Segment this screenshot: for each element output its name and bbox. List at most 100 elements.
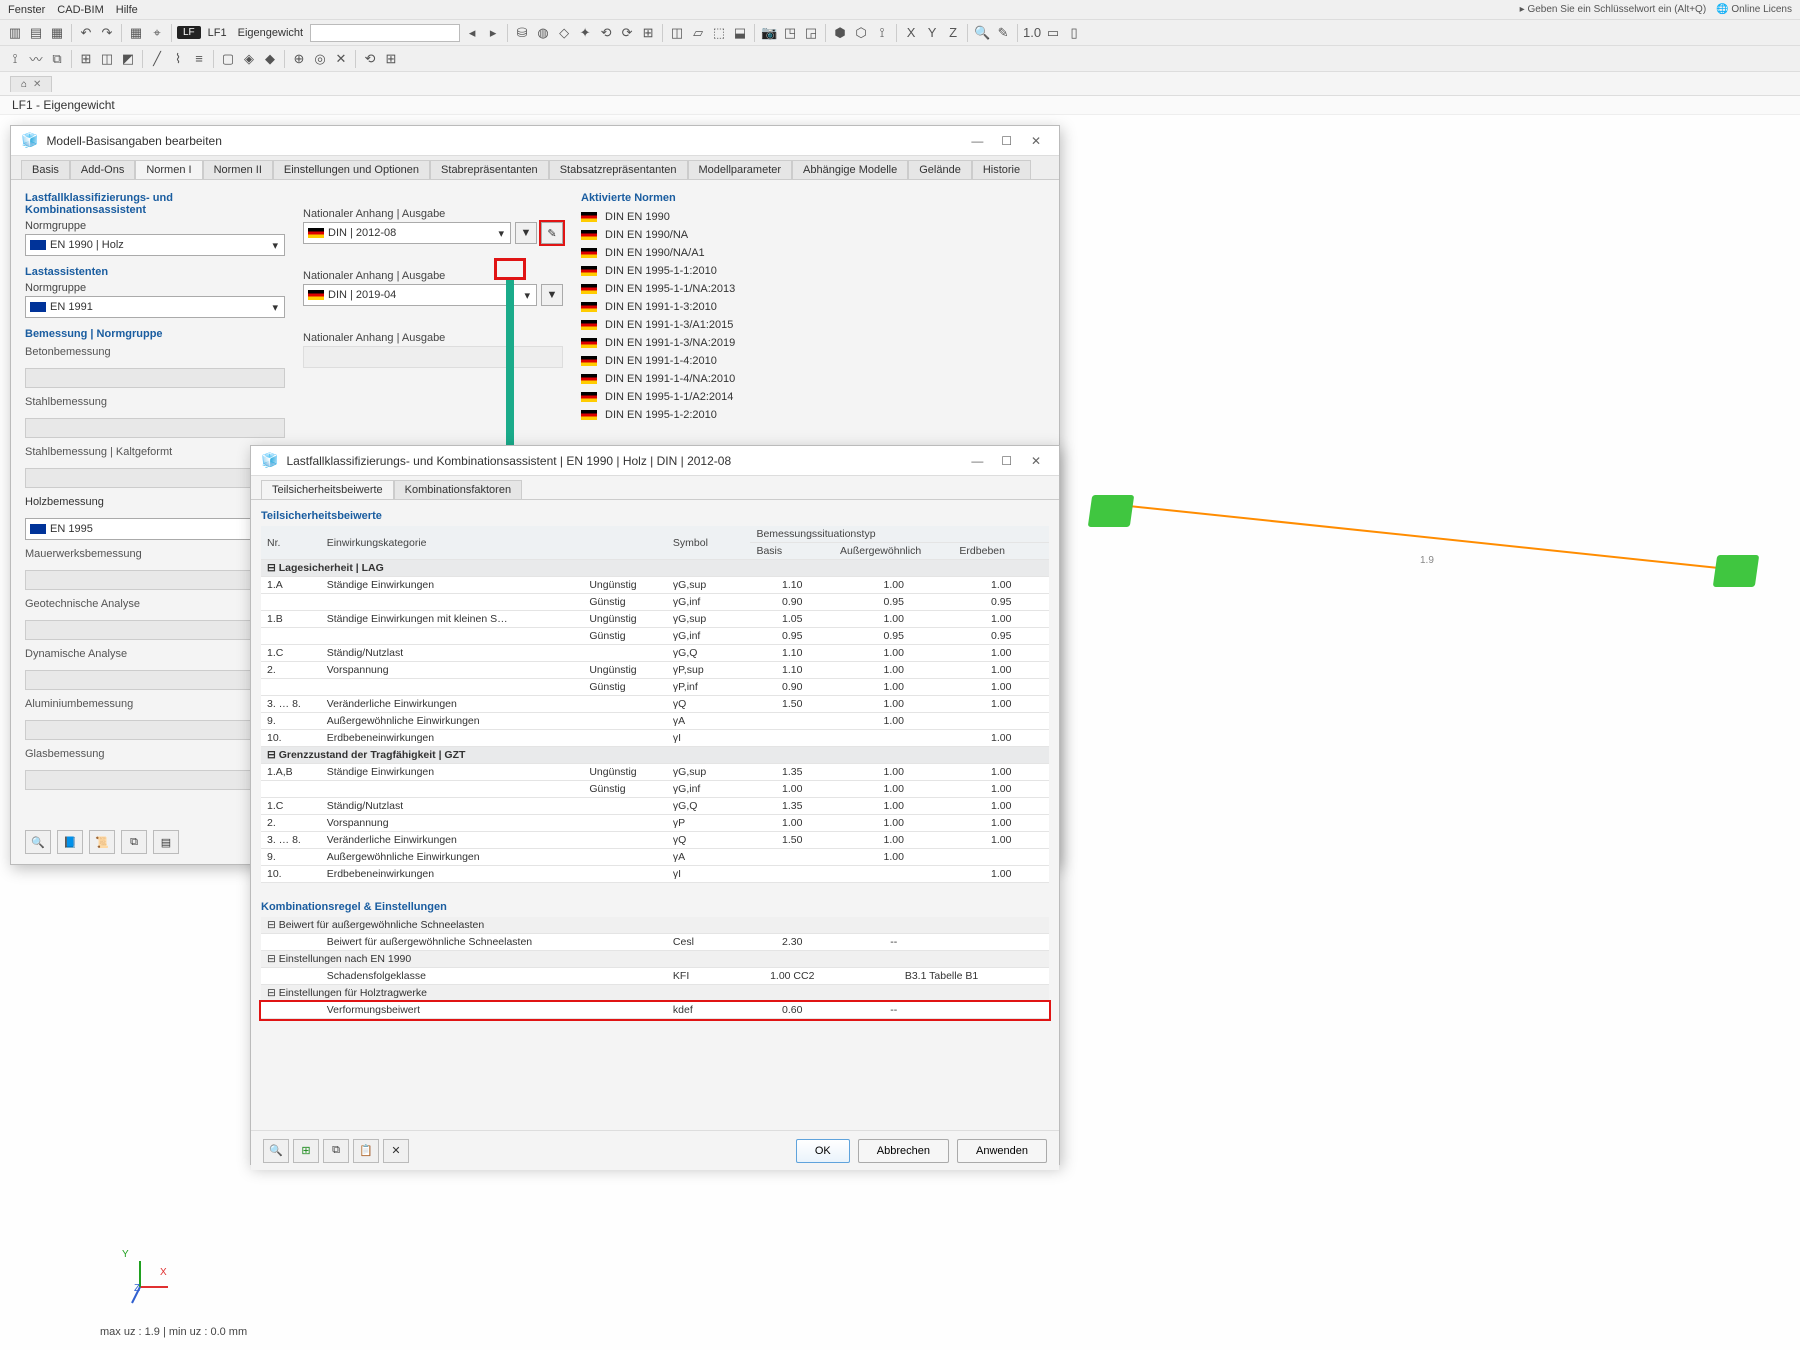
ico-g-icon[interactable]: ⊞ (639, 24, 657, 42)
tb-save-icon[interactable]: ▦ (48, 24, 66, 42)
tb2-k-icon[interactable]: ◈ (240, 50, 258, 68)
ico-zoom-icon[interactable]: 🔍 (973, 24, 991, 42)
d1-tab-stabsatz[interactable]: Stabsatzrepräsentanten (549, 160, 688, 179)
table-row[interactable]: ⊟ Lagesicherheit | LAG (261, 560, 1049, 577)
tb-grid-icon[interactable]: ▦ (127, 24, 145, 42)
table-row[interactable]: 9.Außergewöhnliche EinwirkungenγA1.00 (261, 713, 1049, 730)
table-row[interactable]: GünstigγG,inf1.001.001.00 (261, 781, 1049, 798)
ico-z-icon[interactable]: Z (944, 24, 962, 42)
license-indicator[interactable]: 🌐 Online Licens (1716, 4, 1792, 15)
tb-new-icon[interactable]: ▥ (6, 24, 24, 42)
dialog1-min-icon[interactable]: — (964, 134, 990, 148)
tb2-m-icon[interactable]: ⊕ (290, 50, 308, 68)
d1-tab-modell[interactable]: Modellparameter (688, 160, 793, 179)
dialog2-min-icon[interactable]: — (964, 454, 990, 468)
loadcase-select[interactable] (310, 24, 460, 42)
tb2-l-icon[interactable]: ◆ (261, 50, 279, 68)
tb-snap-icon[interactable]: ⌖ (148, 24, 166, 42)
tb2-b-icon[interactable]: 〰 (27, 50, 45, 68)
ico-i-icon[interactable]: ▱ (689, 24, 707, 42)
tab-start[interactable]: ⌂ ✕ (10, 76, 52, 92)
ico-e-icon[interactable]: ⟲ (597, 24, 615, 42)
tb2-o-icon[interactable]: ✕ (332, 50, 350, 68)
d2-tab-kf[interactable]: Kombinationsfaktoren (394, 480, 522, 499)
ico-l-icon[interactable]: ◳ (781, 24, 799, 42)
menu-hilfe[interactable]: Hilfe (116, 4, 138, 16)
ico-h-icon[interactable]: ◫ (668, 24, 686, 42)
table-row[interactable]: 2.VorspannungUngünstigγP,sup1.101.001.00 (261, 662, 1049, 679)
dialog1-titlebar[interactable]: 🧊 Modell-Basisangaben bearbeiten — ☐ ✕ (11, 126, 1059, 156)
tb2-a-icon[interactable]: ⟟ (6, 50, 24, 68)
keyword-hint[interactable]: ▸ Geben Sie ein Schlüsselwort ein (Alt+Q… (1520, 4, 1707, 15)
d1-tab-stab[interactable]: Stabrepräsentanten (430, 160, 549, 179)
tb2-c-icon[interactable]: ⧉ (48, 50, 66, 68)
table-row[interactable]: 1.CStändig/NutzlastγG,Q1.101.001.00 (261, 645, 1049, 662)
d1-tab-addons[interactable]: Add-Ons (70, 160, 135, 179)
tb-redo-icon[interactable]: ↷ (98, 24, 116, 42)
nav-next-icon[interactable]: ▸ (484, 24, 502, 42)
tb-undo-icon[interactable]: ↶ (77, 24, 95, 42)
d1-foot-book-icon[interactable]: 📘 (57, 830, 83, 854)
table-row[interactable]: 1.BStändige Einwirkungen mit kleinen S…U… (261, 611, 1049, 628)
tb2-f-icon[interactable]: ◩ (119, 50, 137, 68)
annex2-filter-icon[interactable]: ▼ (541, 284, 563, 306)
annex1-filter-icon[interactable]: ▼ (515, 222, 537, 244)
d1-tab-normen2[interactable]: Normen II (203, 160, 273, 179)
dialog2-titlebar[interactable]: 🧊 Lastfallklassifizierungs- und Kombinat… (251, 446, 1059, 476)
ico-d-icon[interactable]: ✦ (576, 24, 594, 42)
d2-foot-search-icon[interactable]: 🔍 (263, 1139, 289, 1163)
tb2-e-icon[interactable]: ◫ (98, 50, 116, 68)
ico-k-icon[interactable]: ⬓ (731, 24, 749, 42)
d1-tab-basis[interactable]: Basis (21, 160, 70, 179)
annex1-edit-icon[interactable]: ✎ (541, 222, 563, 244)
table-row[interactable]: 3. … 8.Veränderliche EinwirkungenγQ1.501… (261, 832, 1049, 849)
tb2-h-icon[interactable]: ⌇ (169, 50, 187, 68)
sel-annex2[interactable]: DIN | 2019-04▾ (303, 284, 537, 306)
tb2-q-icon[interactable]: ⊞ (382, 50, 400, 68)
menu-fenster[interactable]: Fenster (8, 4, 45, 16)
ico-y-icon[interactable]: Y (923, 24, 941, 42)
r2c-row-kdef[interactable]: Verformungsbeiwert kdef 0.60 -- (261, 1002, 1049, 1019)
d1-tab-hist[interactable]: Historie (972, 160, 1031, 179)
tab-close-icon[interactable]: ✕ (33, 79, 41, 90)
dialog2-max-icon[interactable]: ☐ (994, 454, 1020, 468)
table-row[interactable]: GünstigγG,inf0.900.950.95 (261, 594, 1049, 611)
apply-button[interactable]: Anwenden (957, 1139, 1047, 1163)
d2-foot-excel-icon[interactable]: ⊞ (293, 1139, 319, 1163)
ico-cam-icon[interactable]: 📷 (760, 24, 778, 42)
ico-p-icon[interactable]: ⟟ (873, 24, 891, 42)
ico-pick-icon[interactable]: ✎ (994, 24, 1012, 42)
tb-open-icon[interactable]: ▤ (27, 24, 45, 42)
ico-dim3-icon[interactable]: ▯ (1065, 24, 1083, 42)
sel-normgruppe1[interactable]: EN 1990 | Holz▾ (25, 234, 285, 256)
table-row[interactable]: 2.VorspannungγP1.001.001.00 (261, 815, 1049, 832)
sel-en1995[interactable]: EN 1995▾ (25, 518, 285, 540)
d1-tab-normen1[interactable]: Normen I (135, 160, 202, 179)
ico-x-icon[interactable]: X (902, 24, 920, 42)
menu-cadbim[interactable]: CAD-BIM (57, 4, 103, 16)
tb2-g-icon[interactable]: ╱ (148, 50, 166, 68)
table-row[interactable]: GünstigγG,inf0.950.950.95 (261, 628, 1049, 645)
table-row[interactable]: 9.Außergewöhnliche EinwirkungenγA1.00 (261, 849, 1049, 866)
ok-button[interactable]: OK (796, 1139, 850, 1163)
nav-prev-icon[interactable]: ◂ (463, 24, 481, 42)
ico-m-icon[interactable]: ◲ (802, 24, 820, 42)
tb2-n-icon[interactable]: ◎ (311, 50, 329, 68)
ico-f-icon[interactable]: ⟳ (618, 24, 636, 42)
cancel-button[interactable]: Abbrechen (858, 1139, 949, 1163)
d2-foot-delete-icon[interactable]: ✕ (383, 1139, 409, 1163)
d1-foot-view-icon[interactable]: ▤ (153, 830, 179, 854)
ico-dim2-icon[interactable]: ▭ (1044, 24, 1062, 42)
table-row[interactable]: ⊟ Grenzzustand der Tragfähigkeit | GZT (261, 747, 1049, 764)
dialog1-max-icon[interactable]: ☐ (994, 134, 1020, 148)
ico-n-icon[interactable]: ⬢ (831, 24, 849, 42)
table-row[interactable]: 10.ErdbebeneinwirkungenγI1.00 (261, 730, 1049, 747)
sel-normgruppe2[interactable]: EN 1991▾ (25, 296, 285, 318)
table-combination-settings[interactable]: ⊟ Beiwert für außergewöhnliche Schneelas… (261, 917, 1049, 1019)
ico-b-icon[interactable]: ◍ (534, 24, 552, 42)
d1-tab-gel[interactable]: Gelände (908, 160, 972, 179)
dialog2-close-icon[interactable]: ✕ (1023, 454, 1049, 468)
d2-foot-paste-icon[interactable]: 📋 (353, 1139, 379, 1163)
dialog1-close-icon[interactable]: ✕ (1023, 134, 1049, 148)
table-row[interactable]: 3. … 8.Veränderliche EinwirkungenγQ1.501… (261, 696, 1049, 713)
